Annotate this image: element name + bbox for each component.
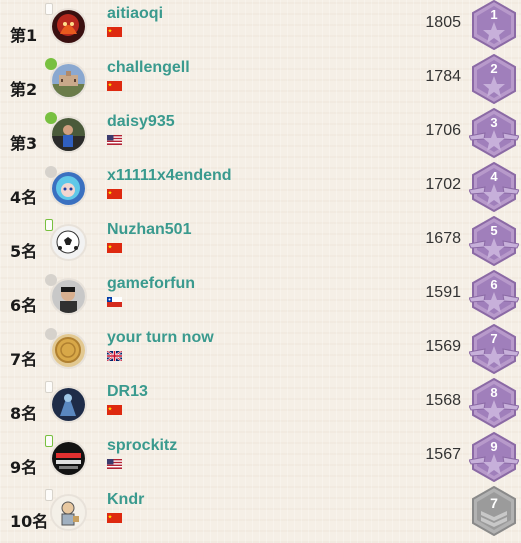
cartoon-avatar[interactable] xyxy=(50,494,87,531)
rank-label: 4名 xyxy=(10,188,38,207)
username-link[interactable]: daisy935 xyxy=(107,113,175,131)
leaderboard-row[interactable]: 10名 Kndr 7 xyxy=(0,486,521,540)
cn-flag xyxy=(107,189,122,199)
leaderboard-row[interactable]: 6名 gameforfun 1591 6 xyxy=(0,270,521,324)
cn-flag xyxy=(107,513,122,523)
badge-number: 7 xyxy=(490,495,498,511)
mobile-status-icon xyxy=(45,381,53,393)
purple-winged-star-hexagon-badge-icon: 3 xyxy=(469,108,519,158)
rank-label: 第1 xyxy=(10,26,38,45)
username-link[interactable]: Nuzhan501 xyxy=(107,221,191,239)
hot-leagues-avatar[interactable] xyxy=(50,440,87,477)
badge-number: 1 xyxy=(490,7,497,22)
badge-number: 6 xyxy=(490,277,497,292)
badge-number: 7 xyxy=(490,331,497,346)
cn-flag xyxy=(107,243,122,253)
online-status-icon xyxy=(45,112,57,124)
rank-label: 第3 xyxy=(10,134,38,153)
us-flag xyxy=(107,135,122,145)
rating-score: 1678 xyxy=(425,230,461,247)
purple-star-hexagon-badge-icon: 1 xyxy=(472,0,516,50)
rank-label: 7名 xyxy=(10,350,38,369)
cn-flag xyxy=(107,27,122,37)
leaderboard-row[interactable]: 9名 sprockitz 1567 9 xyxy=(0,432,521,486)
badge-number: 9 xyxy=(490,439,497,454)
soccer-ball-avatar[interactable] xyxy=(50,224,87,261)
username-link[interactable]: aitiaoqi xyxy=(107,5,163,23)
rating-score: 1569 xyxy=(425,338,461,355)
rank-label: 8名 xyxy=(10,404,38,423)
purple-winged-star-hexagon-badge-icon: 4 xyxy=(469,162,519,212)
red-fire-avatar[interactable] xyxy=(50,8,87,45)
username-link[interactable]: challengell xyxy=(107,59,190,77)
mobile-status-icon xyxy=(45,489,53,501)
offline-status-icon xyxy=(45,274,57,286)
purple-winged-star-hexagon-badge-icon: 6 xyxy=(469,270,519,320)
badge-number: 2 xyxy=(490,61,497,76)
online-status-icon xyxy=(45,58,57,70)
leaderboard-row[interactable]: 8名 DR13 1568 8 xyxy=(0,378,521,432)
rating-score: 1567 xyxy=(425,446,461,463)
rating-score: 1568 xyxy=(425,392,461,409)
username-link[interactable]: your turn now xyxy=(107,329,214,347)
cn-flag xyxy=(107,81,122,91)
leaderboard-row[interactable]: 7名 your turn now 1569 7 xyxy=(0,324,521,378)
rating-score: 1702 xyxy=(425,176,461,193)
purple-winged-star-hexagon-badge-icon: 9 xyxy=(469,432,519,482)
username-link[interactable]: x11111x4endend xyxy=(107,167,232,185)
offline-status-icon xyxy=(45,166,57,178)
grey-chevron-hexagon-badge-icon: 7 xyxy=(472,486,516,536)
purple-winged-star-hexagon-badge-icon: 7 xyxy=(469,324,519,374)
rating-score: 1591 xyxy=(425,284,461,301)
username-link[interactable]: DR13 xyxy=(107,383,148,401)
leaderboard-row[interactable]: 第2 challengell 1784 2 xyxy=(0,54,521,108)
mobile-status-icon xyxy=(45,435,53,447)
leaderboard-list: 第1 aitiaoqi 1805 1 第2 challengell 1784 2 xyxy=(0,0,521,543)
dark-figure-avatar[interactable] xyxy=(50,386,87,423)
leaderboard-row[interactable]: 5名 Nuzhan501 1678 5 xyxy=(0,216,521,270)
rank-label: 9名 xyxy=(10,458,38,477)
mobile-status-icon xyxy=(45,219,53,231)
cn-flag xyxy=(107,405,122,415)
purple-winged-star-hexagon-badge-icon: 8 xyxy=(469,378,519,428)
badge-number: 8 xyxy=(490,385,497,400)
cl-flag xyxy=(107,297,122,307)
badge-number: 4 xyxy=(490,169,498,184)
us-flag xyxy=(107,459,122,469)
gb-flag xyxy=(107,351,122,361)
username-link[interactable]: Kndr xyxy=(107,491,144,509)
leaderboard-row[interactable]: 第1 aitiaoqi 1805 1 xyxy=(0,0,521,54)
rank-label: 6名 xyxy=(10,296,38,315)
leaderboard-row[interactable]: 第3 daisy935 1706 3 xyxy=(0,108,521,162)
purple-winged-star-hexagon-badge-icon: 5 xyxy=(469,216,519,266)
purple-star-hexagon-badge-icon: 2 xyxy=(472,54,516,104)
mobile-status-icon xyxy=(45,3,53,15)
badge-number: 3 xyxy=(490,115,497,130)
rating-score: 1784 xyxy=(425,68,461,85)
rank-label: 10名 xyxy=(10,512,49,531)
username-link[interactable]: sprockitz xyxy=(107,437,177,455)
offline-status-icon xyxy=(45,328,57,340)
rank-label: 5名 xyxy=(10,242,38,261)
leaderboard-row[interactable]: 4名 x11111x4endend 1702 4 xyxy=(0,162,521,216)
badge-number: 5 xyxy=(490,223,497,238)
rank-label: 第2 xyxy=(10,80,38,99)
username-link[interactable]: gameforfun xyxy=(107,275,195,293)
rating-score: 1805 xyxy=(425,14,461,31)
rating-score: 1706 xyxy=(425,122,461,139)
